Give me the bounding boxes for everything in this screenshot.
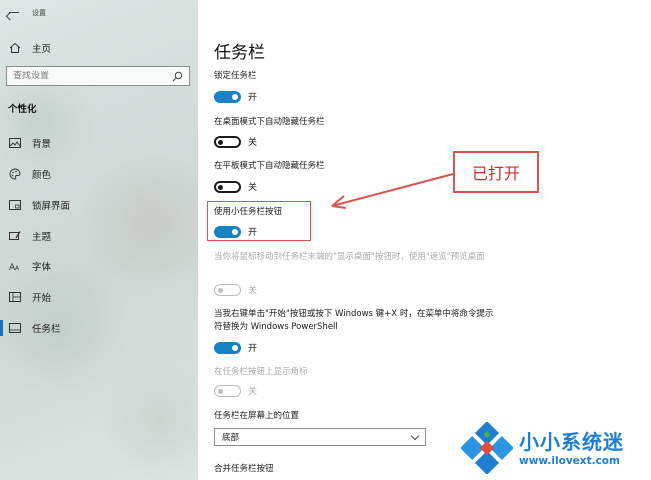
- toggle-lock-taskbar[interactable]: 开: [214, 90, 257, 103]
- nav-home-label: 主页: [32, 44, 52, 55]
- sidebar-item-themes[interactable]: 主题: [0, 226, 198, 246]
- watermark: 小小系统迷 www.ilovext.com: [461, 422, 647, 476]
- palette-icon: [8, 167, 22, 181]
- home-icon: [8, 41, 22, 55]
- toggle-switch[interactable]: [214, 180, 241, 193]
- section-label-personalization: 个性化: [8, 104, 37, 115]
- toggle-peek: 关: [214, 283, 257, 296]
- toggle-autohide-tablet[interactable]: 关: [214, 180, 257, 193]
- annotation-arrow: [331, 173, 454, 209]
- sidebar: 设置 主页 个性化 背景 颜色 锁屏界面 主题: [0, 0, 198, 480]
- search-input[interactable]: [13, 71, 163, 81]
- theme-brush-icon: [8, 229, 22, 243]
- sidebar-item-label: 开始: [32, 293, 52, 304]
- sidebar-item-lock-screen[interactable]: 锁屏界面: [0, 195, 198, 215]
- sidebar-item-colors[interactable]: 颜色: [0, 164, 198, 184]
- sidebar-item-label: 任务栏: [32, 324, 61, 335]
- taskbar-icon: [8, 321, 22, 335]
- title-bar: 设置: [8, 6, 46, 20]
- setting-label-autohide-desktop: 在桌面模式下自动隐藏任务栏: [214, 117, 325, 127]
- sidebar-item-label: 主题: [32, 232, 52, 243]
- sidebar-item-label: 锁屏界面: [32, 201, 71, 212]
- annotation-callout: 已打开: [453, 151, 539, 193]
- back-arrow-icon[interactable]: [8, 7, 20, 19]
- toggle-switch[interactable]: [214, 341, 241, 354]
- window-title: 设置: [32, 9, 46, 17]
- toggle-state: 开: [248, 344, 258, 354]
- sidebar-item-fonts[interactable]: AA 字体: [0, 256, 198, 276]
- page-title: 任务栏: [214, 43, 265, 63]
- toggle-powershell[interactable]: 开: [214, 341, 257, 354]
- toggle-autohide-desktop[interactable]: 关: [214, 135, 257, 148]
- brand-logo-icon: [461, 422, 513, 474]
- callout-text: 已打开: [471, 164, 520, 183]
- nav-home[interactable]: 主页: [0, 38, 198, 58]
- toggle-state: 关: [248, 387, 258, 397]
- lock-screen-icon: [8, 198, 22, 212]
- image-icon: [8, 136, 22, 150]
- sidebar-item-label: 颜色: [32, 170, 52, 181]
- toggle-state: 关: [248, 183, 258, 193]
- annotation-highlight-box: [207, 201, 311, 241]
- toggle-state: 关: [248, 138, 258, 148]
- sidebar-item-label: 字体: [32, 262, 52, 273]
- search-box[interactable]: [6, 66, 190, 86]
- dropdown-value: 底部: [222, 433, 240, 443]
- search-icon[interactable]: [172, 71, 183, 82]
- toggle-switch: [214, 283, 241, 296]
- toggle-switch[interactable]: [214, 135, 241, 148]
- setting-label-badges: 在任务栏按钮上显示角标: [214, 367, 308, 377]
- toggle-state: 关: [248, 286, 258, 296]
- toggle-state: 开: [248, 93, 258, 103]
- setting-label-peek: 当你将鼠标移动到任务栏末端的"显示桌面"按钮时，使用"速览"预览桌面: [214, 252, 485, 262]
- sidebar-item-label: 背景: [32, 139, 52, 150]
- start-grid-icon: [8, 290, 22, 304]
- toggle-badges: 关: [214, 384, 257, 397]
- svg-text:A: A: [15, 265, 20, 271]
- sidebar-item-start[interactable]: 开始: [0, 287, 198, 307]
- sidebar-item-background[interactable]: 背景: [0, 133, 198, 153]
- position-dropdown[interactable]: 底部: [214, 428, 426, 446]
- watermark-url: www.ilovext.com: [519, 455, 620, 467]
- toggle-switch: [214, 384, 241, 397]
- setting-label-powershell: 当我右键单击"开始"按钮或按下 Windows 键+X 时，在菜单中将命令提示符…: [214, 309, 494, 332]
- toggle-switch[interactable]: [214, 90, 241, 103]
- sidebar-item-taskbar[interactable]: 任务栏: [0, 318, 198, 338]
- chevron-down-icon: [410, 431, 420, 441]
- font-icon: AA: [8, 259, 22, 273]
- setting-label-lock-taskbar: 锁定任务栏: [214, 71, 257, 81]
- watermark-brand: 小小系统迷: [519, 430, 624, 454]
